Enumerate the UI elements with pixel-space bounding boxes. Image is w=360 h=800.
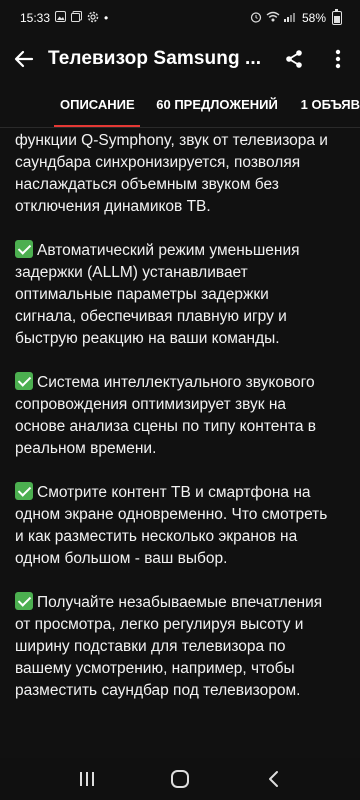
status-time: 15:33 <box>20 11 51 25</box>
home-icon <box>170 770 189 788</box>
tab-description-label: ОПИСАНИЕ <box>60 97 135 112</box>
check-mark-icon <box>15 482 33 500</box>
image-icon <box>55 11 67 25</box>
status-bar: 15:33 • 58% <box>0 0 360 36</box>
wifi-icon <box>266 11 280 25</box>
description-paragraph: Автоматический режим уменьшения задержки… <box>15 240 330 350</box>
recent-apps-icon <box>79 772 94 786</box>
arrow-left-icon <box>14 50 34 68</box>
battery-icon <box>332 9 342 25</box>
description-paragraph: функции Q-Symphony, звук от телевизора и… <box>15 130 330 218</box>
system-back-button[interactable] <box>253 763 293 795</box>
paragraph-text: Система интеллектуального звукового сопр… <box>15 374 317 457</box>
page-title: Телевизор Samsung ... <box>48 48 262 69</box>
battery-percent: 58% <box>301 11 326 25</box>
app-bar: Телевизор Samsung ... <box>0 36 360 82</box>
tab-bar: ОПИСАНИЕ 60 ПРЕДЛОЖЕНИЙ 1 ОБЪЯВ <box>0 82 360 128</box>
check-mark-icon <box>15 592 33 610</box>
back-icon <box>269 771 279 787</box>
paragraph-text: функции Q-Symphony, звук от телевизора и… <box>15 132 328 215</box>
tab-ads-label: 1 ОБЪЯВ <box>300 97 360 112</box>
home-button[interactable] <box>160 763 200 795</box>
description-paragraph: Смотрите контент ТВ и смартфона на одном… <box>15 482 330 570</box>
check-mark-icon <box>15 240 33 258</box>
status-dot: • <box>104 11 109 25</box>
share-button[interactable] <box>272 36 316 82</box>
paragraph-text: Автоматический режим уменьшения задержки… <box>15 242 300 347</box>
paragraph-text: Смотрите контент ТВ и смартфона на одном… <box>15 484 328 567</box>
tab-ads[interactable]: 1 ОБЪЯВ <box>300 82 360 127</box>
recent-apps-button[interactable] <box>67 763 107 795</box>
tab-description[interactable]: ОПИСАНИЕ <box>0 82 156 127</box>
share-icon <box>286 50 302 68</box>
alarm-icon <box>250 11 262 26</box>
tab-offers-label: 60 ПРЕДЛОЖЕНИЙ <box>156 97 278 112</box>
more-vertical-icon <box>335 49 341 69</box>
system-nav-bar <box>0 758 360 800</box>
status-left: 15:33 • <box>20 11 108 26</box>
status-right: 58% <box>250 9 342 26</box>
description-content: функции Q-Symphony, звук от телевизора и… <box>0 128 360 758</box>
description-paragraph: Система интеллектуального звукового сопр… <box>15 372 330 460</box>
settings-icon <box>87 11 99 26</box>
check-mark-icon <box>15 372 33 390</box>
battery-fill <box>334 16 340 23</box>
paragraph-text: Получайте незабываемые впечатления от пр… <box>15 594 323 699</box>
tab-offers[interactable]: 60 ПРЕДЛОЖЕНИЙ <box>156 82 300 127</box>
screen: 15:33 • 58% Телевизор Samsung ... ОПИСАН… <box>0 0 360 800</box>
description-paragraph: Получайте незабываемые впечатления от пр… <box>15 592 330 702</box>
signal-icon <box>283 11 298 25</box>
back-button[interactable] <box>0 36 48 82</box>
more-button[interactable] <box>316 36 360 82</box>
gallery-icon <box>71 11 83 25</box>
